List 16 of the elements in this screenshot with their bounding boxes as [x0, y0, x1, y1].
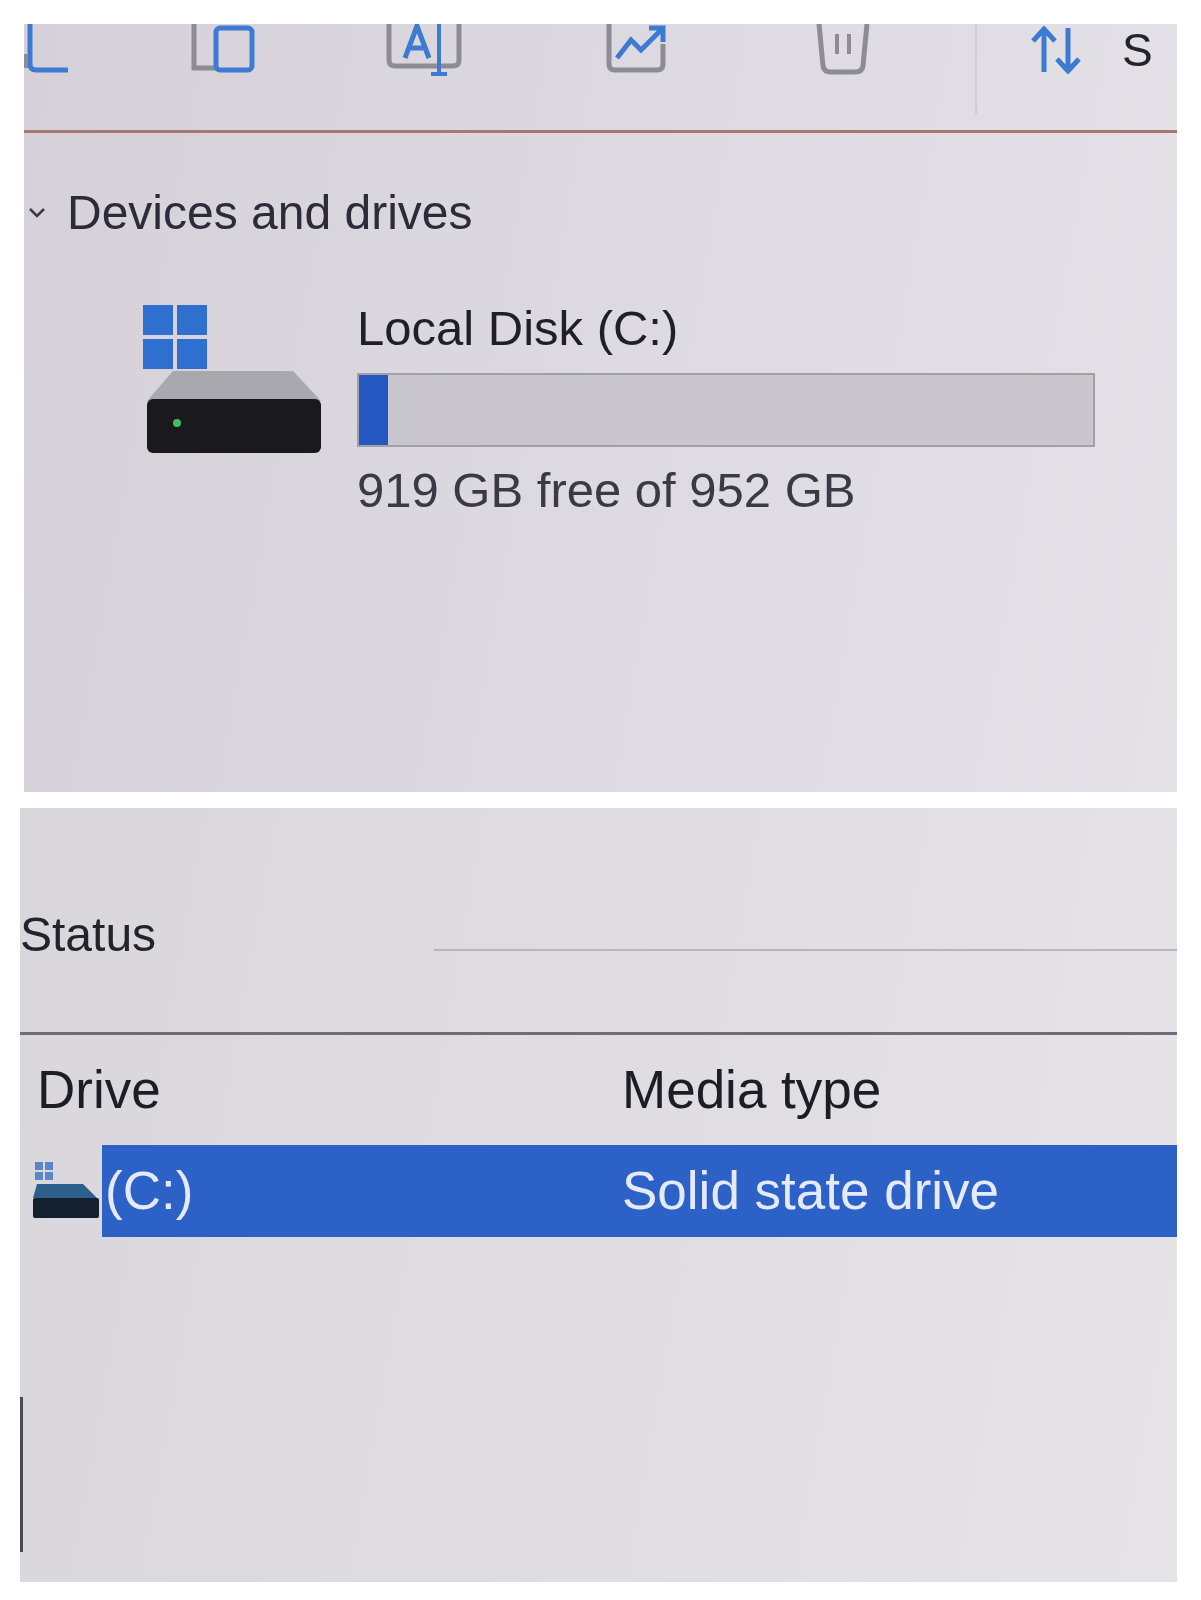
drive-name[interactable]: Local Disk (C:) — [357, 299, 679, 357]
table-cell: Solid state drive — [622, 1160, 1000, 1222]
drive-icon — [33, 1162, 99, 1220]
sort-button[interactable]: S — [1030, 26, 1153, 74]
free-space-text: 919 GB free of 952 GB — [357, 462, 856, 519]
table-cell-text: (C:) — [104, 1160, 195, 1222]
trash-icon[interactable] — [815, 24, 871, 76]
section-title: Devices and drives — [67, 185, 473, 241]
table-row[interactable]: (C:) Solid state drive — [102, 1145, 1177, 1237]
rename-icon[interactable] — [385, 24, 463, 76]
copy-icon[interactable] — [190, 24, 256, 74]
column-header[interactable]: Drive — [37, 1059, 622, 1121]
section-title: Status — [20, 907, 157, 963]
sort-icon — [1030, 26, 1082, 74]
share-icon[interactable] — [605, 24, 667, 74]
column-header[interactable]: Media type — [622, 1059, 882, 1121]
